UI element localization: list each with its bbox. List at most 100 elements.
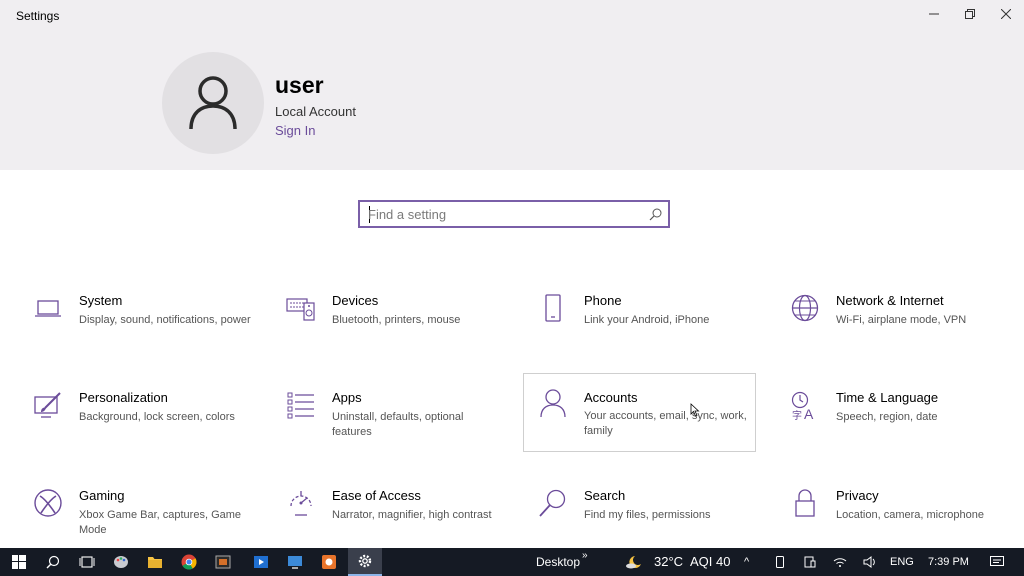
taskbar-app-chrome[interactable] (172, 548, 206, 576)
tile-description: Location, camera, microphone (836, 509, 984, 521)
tile-title: Gaming (79, 488, 125, 503)
task-view-icon (79, 556, 95, 568)
tile-personalization[interactable]: Personalization Background, lock screen,… (30, 379, 262, 457)
taskbar-search-button[interactable] (36, 548, 70, 576)
avatar[interactable] (162, 52, 264, 154)
tile-ease-of-access[interactable]: Ease of Access Narrator, magnifier, high… (283, 477, 515, 555)
tile-apps[interactable]: Apps Uninstall, defaults, optional featu… (283, 379, 515, 457)
clock-time[interactable]: 7:39 PM (928, 548, 969, 576)
weather-temperature[interactable]: 32°C (654, 548, 683, 576)
taskbar-app-paint[interactable] (104, 548, 138, 576)
task-view-button[interactable] (70, 548, 104, 576)
close-icon (1001, 9, 1011, 19)
person-icon (538, 388, 568, 418)
search-icon (538, 488, 568, 518)
tile-title: Ease of Access (332, 488, 421, 503)
tile-title: Devices (332, 293, 379, 308)
tile-gaming[interactable]: Gaming Xbox Game Bar, captures, Game Mod… (30, 477, 262, 555)
taskbar: Desktop » 32°C AQI 40 ^ ENG 7:39 PM (0, 548, 1024, 576)
tile-title: Apps (332, 390, 362, 405)
minimize-icon (929, 13, 939, 15)
tile-title: Time & Language (836, 390, 939, 405)
brush-icon (33, 390, 63, 420)
user-name: user (275, 72, 324, 98)
tile-description: Link your Android, iPhone (584, 314, 710, 326)
profile-header: user Local Account Sign In (0, 30, 1024, 170)
search-icon[interactable] (649, 208, 662, 221)
close-button[interactable] (988, 0, 1024, 28)
tile-title: Personalization (79, 390, 168, 405)
input-language[interactable]: ENG (890, 548, 914, 576)
taskbar-app-video-editor[interactable] (206, 548, 240, 576)
apps-list-icon (286, 390, 316, 420)
tile-description: Uninstall, defaults, optional features (332, 411, 464, 438)
chevron-up-icon[interactable]: ^ (744, 548, 749, 576)
film-icon (215, 555, 231, 569)
media-player-icon (254, 556, 268, 568)
tile-description: Bluetooth, printers, mouse (332, 314, 461, 326)
ease-of-access-icon (286, 488, 316, 518)
search-box[interactable] (358, 200, 670, 228)
laptop-icon (33, 293, 63, 323)
tile-accounts[interactable]: Accounts Your accounts, email, sync, wor… (523, 373, 756, 452)
start-button[interactable] (2, 548, 36, 576)
tile-title: Network & Internet (836, 293, 944, 308)
tile-title: Privacy (836, 488, 879, 503)
tile-time-language[interactable]: A字 Time & Language Speech, region, date (787, 379, 1019, 457)
tile-search[interactable]: Search Find my files, permissions (535, 477, 767, 555)
tile-title: Search (584, 488, 626, 503)
tile-privacy[interactable]: Privacy Location, camera, microphone (787, 477, 1019, 555)
chrome-icon (181, 554, 197, 570)
taskbar-app-media[interactable] (244, 548, 278, 576)
toolbar-expand-icon[interactable]: » (582, 542, 588, 570)
tile-description: Find my files, permissions (584, 509, 711, 521)
svg-text:字: 字 (792, 409, 802, 420)
desktop-toolbar-label[interactable]: Desktop (536, 548, 580, 576)
tile-description: Narrator, magnifier, high contrast (332, 509, 492, 521)
title-bar: Settings (0, 0, 1024, 30)
taskbar-app-file-explorer[interactable] (138, 548, 172, 576)
folder-icon (148, 557, 162, 568)
globe-icon (790, 293, 820, 323)
weather-icon[interactable] (622, 548, 646, 576)
wifi-icon[interactable] (830, 548, 850, 576)
account-type: Local Account (275, 104, 356, 119)
phone-icon (538, 293, 568, 323)
restore-icon (965, 9, 975, 19)
weather-aqi[interactable]: AQI 40 (690, 548, 730, 576)
tile-network[interactable]: Network & Internet Wi-Fi, airplane mode,… (787, 282, 1019, 360)
recorder-icon (322, 555, 336, 569)
window-title: Settings (16, 9, 60, 23)
tile-title: Accounts (584, 390, 638, 405)
tile-devices[interactable]: Devices Bluetooth, printers, mouse (283, 282, 515, 360)
taskbar-app-recorder[interactable] (312, 548, 346, 576)
minimize-button[interactable] (916, 0, 952, 28)
tile-description: Speech, region, date (836, 411, 938, 423)
tile-title: System (79, 293, 123, 308)
mouse-cursor-icon (690, 403, 700, 417)
sign-in-link[interactable]: Sign In (275, 123, 315, 138)
taskbar-app-remote[interactable] (278, 548, 312, 576)
svg-text:A: A (804, 406, 814, 420)
phone-tray-icon[interactable] (770, 548, 790, 576)
search-input[interactable] (368, 205, 638, 223)
tile-description: Your accounts, email, sync, work, family (584, 410, 747, 437)
tray-app-icon[interactable] (800, 548, 820, 576)
time-language-icon: A字 (790, 390, 820, 422)
gear-icon (358, 554, 372, 568)
tile-system[interactable]: System Display, sound, notifications, po… (30, 282, 262, 360)
tile-phone[interactable]: Phone Link your Android, iPhone (535, 282, 767, 360)
taskbar-app-settings[interactable] (348, 548, 382, 576)
restore-button[interactable] (952, 0, 988, 28)
tile-description: Display, sound, notifications, power (79, 314, 251, 326)
tile-description: Xbox Game Bar, captures, Game Mode (79, 509, 242, 536)
lock-icon (790, 488, 820, 518)
user-avatar-icon (189, 76, 237, 130)
monitor-app-icon (288, 556, 302, 569)
volume-icon[interactable] (860, 548, 880, 576)
tile-title: Phone (584, 293, 622, 308)
keyboard-speaker-icon (286, 293, 316, 323)
notification-icon[interactable] (986, 548, 1008, 576)
tile-description: Background, lock screen, colors (79, 411, 235, 423)
search-icon (46, 555, 60, 569)
